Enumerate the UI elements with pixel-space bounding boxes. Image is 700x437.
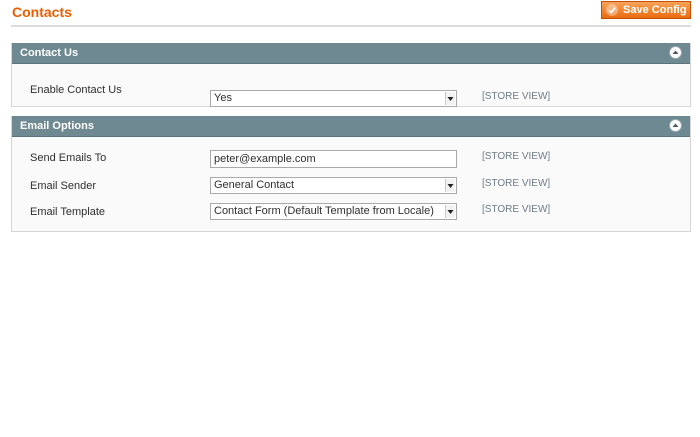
header-divider (11, 25, 691, 27)
section-header-contact-us[interactable]: Contact Us (12, 43, 690, 64)
field-label: Email Sender (30, 180, 97, 192)
section-email-options: Email Options Send Emails To [STORE VIEW… (11, 116, 691, 232)
page-header: Contacts Save Config (0, 0, 700, 27)
field-label: Enable Contact Us (30, 84, 122, 96)
scope-label: [STORE VIEW] (482, 204, 551, 215)
email-template-select[interactable]: Contact Form (Default Template from Loca… (210, 203, 457, 220)
section-contact-us: Contact Us Enable Contact Us Yes [STORE … (11, 43, 691, 107)
scope-label: [STORE VIEW] (482, 91, 551, 102)
section-header-email-options[interactable]: Email Options (12, 116, 690, 137)
chevron-down-icon (445, 205, 455, 218)
field-row-email-template: Email Template Contact Form (Default Tem… (12, 203, 690, 229)
select-value: Yes (214, 92, 232, 104)
section-title: Email Options (20, 120, 94, 132)
field-label: Email Template (30, 206, 105, 218)
send-emails-to-input[interactable] (210, 150, 457, 168)
enable-contact-us-select[interactable]: Yes (210, 90, 457, 107)
scope-label: [STORE VIEW] (482, 178, 551, 189)
checkmark-icon (606, 4, 618, 16)
email-sender-select[interactable]: General Contact (210, 177, 457, 194)
collapse-icon[interactable] (669, 46, 682, 59)
section-title: Contact Us (20, 47, 79, 59)
field-label: Send Emails To (30, 152, 107, 164)
save-config-label: Save Config (623, 4, 687, 16)
collapse-icon[interactable] (669, 119, 682, 132)
select-value: General Contact (214, 179, 295, 191)
field-row-email-sender: Email Sender General Contact [STORE VIEW… (12, 177, 690, 203)
chevron-down-icon (445, 92, 455, 105)
select-value: Contact Form (Default Template from Loca… (214, 205, 434, 217)
scope-label: [STORE VIEW] (482, 151, 551, 162)
page-title: Contacts (12, 4, 72, 20)
field-row-enable-contact-us: Enable Contact Us Yes [STORE VIEW] (12, 77, 690, 107)
field-row-send-emails-to: Send Emails To [STORE VIEW] (12, 150, 690, 176)
save-config-button[interactable]: Save Config (601, 1, 691, 19)
chevron-down-icon (445, 179, 455, 192)
